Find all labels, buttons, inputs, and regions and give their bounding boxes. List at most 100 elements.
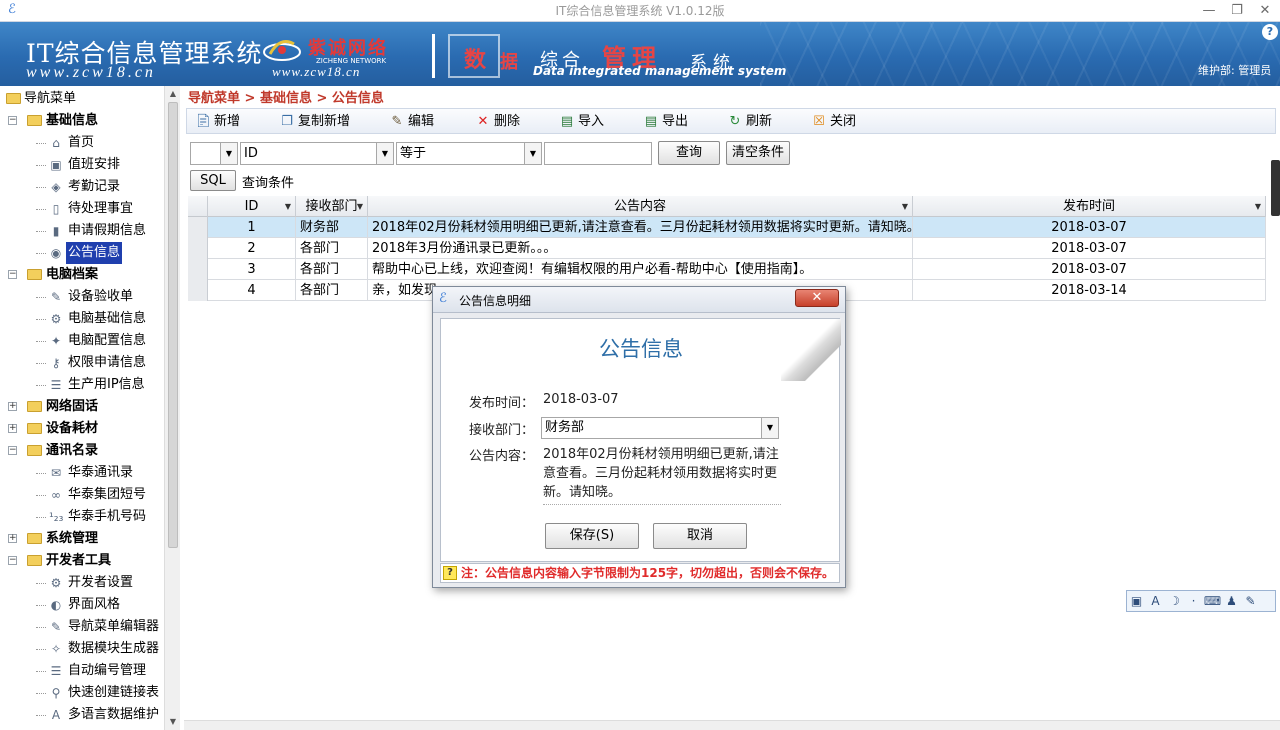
sidebar-item[interactable]: ✎ 设备验收单 [0,286,164,308]
new-button[interactable]: 📄︎ 新增 [195,112,240,132]
sidebar-item[interactable]: A 多语言数据维护 [0,704,164,726]
table-cell-time[interactable]: 2018-03-07 [913,259,1266,280]
table-cell-content[interactable]: 帮助中心已上线，欢迎查阅！有编辑权限的用户必看-帮助中心【使用指南】。 [368,259,913,280]
dot-icon[interactable]: · [1184,591,1203,611]
table-cell-id[interactable]: 1 [208,217,296,238]
table-row[interactable]: 3 各部门 帮助中心已上线，欢迎查阅！有编辑权限的用户必看-帮助中心【使用指南】。 2… [188,259,1266,280]
clear-conditions-button[interactable]: 清空条件 [726,141,790,165]
sidebar-item[interactable]: ✧ 数据模块生成器 [0,638,164,660]
cancel-button[interactable]: 取消 [653,523,747,549]
table-cell-content[interactable]: 2018年02月份耗材领用明细已更新,请注意查看。三月份起耗材领用数据将实时更新… [368,217,913,238]
sidebar-item[interactable]: ⌂ 首页 [0,132,164,154]
table-cell-dept[interactable]: 各部门 [296,280,368,301]
table-cell-id[interactable]: 2 [208,238,296,259]
table-cell-dept[interactable]: 各部门 [296,259,368,280]
search-button[interactable]: 查询 [658,141,720,165]
table-cell-content[interactable]: 2018年3月份通讯录已更新。。。 [368,238,913,259]
sidebar-item[interactable]: ☰ 生产用IP信息 [0,374,164,396]
filter-arrow-icon[interactable]: ▼ [902,196,908,217]
sidebar-item[interactable]: ▯ 待处理事宜 [0,198,164,220]
chevron-down-icon[interactable]: ▼ [220,143,237,164]
filter-arrow-icon[interactable]: ▼ [285,196,291,217]
table-cell-dept[interactable]: 各部门 [296,238,368,259]
close-window-button[interactable]: ✕ [1254,1,1276,21]
save-button[interactable]: 保存(S) [545,523,639,549]
sidebar-item[interactable]: ⚙ 开发者设置 [0,572,164,594]
sidebar-item[interactable]: ◐ 界面风格 [0,594,164,616]
delete-button[interactable]: ✕ 删除 [475,112,520,132]
chevron-down-icon[interactable]: ▼ [761,418,778,438]
tree-group-2[interactable]: + 网络固话 [0,396,164,418]
tree-group-5[interactable]: + 系统管理 [0,528,164,550]
sidebar-item[interactable]: ⚷ 权限申请信息 [0,352,164,374]
side-handle[interactable] [1271,160,1280,216]
column-header-id[interactable]: ID ▼ [208,196,296,217]
close-button[interactable]: ☒ 关闭 [811,112,856,132]
scrollbar-thumb[interactable] [168,102,178,548]
table-cell-time[interactable]: 2018-03-14 [913,280,1266,301]
sidebar-item[interactable]: ∞ 华泰集团短号 [0,484,164,506]
mode-icon[interactable]: ▣ [1127,591,1146,611]
import-button[interactable]: ▤ 导入 [559,112,604,132]
tree-group-4[interactable]: − 通讯名录 [0,440,164,462]
sidebar-item[interactable]: ▣ 值班安排 [0,154,164,176]
sidebar-item[interactable]: ◈ 考勤记录 [0,176,164,198]
sidebar-item[interactable]: ▮ 申请假期信息 [0,220,164,242]
expand-icon[interactable]: + [8,402,17,411]
minimize-button[interactable]: — [1198,1,1220,21]
sidebar-item[interactable]: ⚲ 快速创建链接表 [0,682,164,704]
nav-scrollbar[interactable]: ▲ ▼ [164,86,180,730]
sidebar-item[interactable]: ✦ 电脑配置信息 [0,330,164,352]
table-cell-dept[interactable]: 财务部 [296,217,368,238]
export-button[interactable]: ▤ 导出 [643,112,688,132]
logic-select[interactable]: ▼ [190,142,238,165]
grid-horizontal-scrollbar[interactable] [184,720,1280,730]
field-select[interactable]: ID ▼ [240,142,394,165]
sidebar-item[interactable]: ¹₂₃ 华泰手机号码 [0,506,164,528]
content-textarea[interactable]: 2018年02月份耗材领用明细已更新,请注意查看。三月份起耗材领用数据将实时更新… [543,445,781,505]
operator-select[interactable]: 等于 ▼ [396,142,542,165]
copy-new-button[interactable]: ❐ 复制新增 [279,112,350,132]
wrench-icon[interactable]: ✎ [1241,591,1260,611]
filter-arrow-icon[interactable]: ▼ [1255,196,1261,217]
table-row[interactable]: 2 各部门 2018年3月份通讯录已更新。。。 2018-03-07 [188,238,1266,259]
sidebar-item[interactable]: ☰ 自动编号管理 [0,660,164,682]
row-indicator[interactable] [188,259,208,280]
sidebar-item[interactable]: ✎ 导航菜单编辑器 [0,616,164,638]
chevron-down-icon[interactable]: ▼ [376,143,393,164]
table-cell-id[interactable]: 4 [208,280,296,301]
sql-button[interactable]: SQL [190,170,236,191]
query-value-input[interactable] [544,142,652,165]
scroll-down-icon[interactable]: ▼ [165,714,181,730]
tree-group-0[interactable]: − 基础信息 [0,110,164,132]
sidebar-item[interactable]: ✉ 华泰通讯录 [0,462,164,484]
collapse-icon[interactable]: − [8,116,17,125]
restore-button[interactable]: ❐ [1226,1,1248,21]
help-icon[interactable]: ? [1262,24,1278,40]
table-cell-id[interactable]: 3 [208,259,296,280]
keyboard-icon[interactable]: ⌨ [1203,591,1222,611]
dept-select[interactable]: 财务部 ▼ [541,417,779,439]
font-icon[interactable]: A [1146,591,1165,611]
sidebar-item[interactable]: ◉ 公告信息 [0,242,164,264]
tree-group-6[interactable]: − 开发者工具 [0,550,164,572]
sidebar-item[interactable]: ⚙ 电脑基础信息 [0,308,164,330]
expand-icon[interactable]: + [8,424,17,433]
dialog-close-button[interactable]: ✕ [795,289,839,307]
tree-group-1[interactable]: − 电脑档案 [0,264,164,286]
row-indicator[interactable] [188,280,208,301]
table-row[interactable]: 1 财务部 2018年02月份耗材领用明细已更新,请注意查看。三月份起耗材领用数据将… [188,217,1266,238]
filter-arrow-icon[interactable]: ▼ [357,196,363,217]
collapse-icon[interactable]: − [8,446,17,455]
chevron-down-icon[interactable]: ▼ [524,143,541,164]
expand-icon[interactable]: + [8,534,17,543]
table-cell-time[interactable]: 2018-03-07 [913,238,1266,259]
edit-button[interactable]: ✎ 编辑 [389,112,434,132]
refresh-button[interactable]: ↻ 刷新 [727,112,772,132]
column-header-dept[interactable]: 接收部门 ▼ [296,196,368,217]
row-indicator[interactable] [188,238,208,259]
collapse-icon[interactable]: − [8,270,17,279]
user-icon[interactable]: ♟ [1222,591,1241,611]
column-header-time[interactable]: 发布时间 ▼ [913,196,1266,217]
tree-group-3[interactable]: + 设备耗材 [0,418,164,440]
